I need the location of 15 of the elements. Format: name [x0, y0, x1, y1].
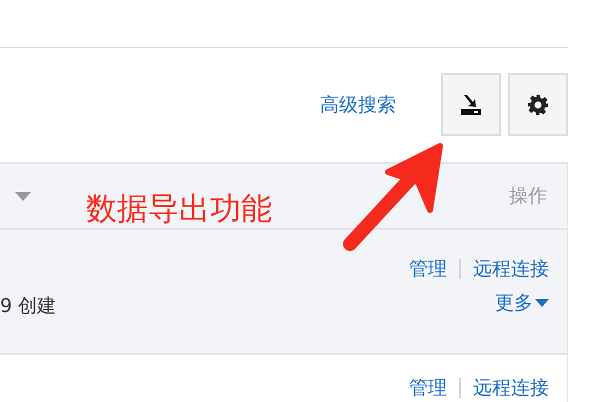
- sort-caret-icon[interactable]: [15, 192, 31, 200]
- caret-icon: [535, 299, 549, 307]
- settings-button[interactable]: [508, 73, 568, 136]
- action-link[interactable]: 管理: [409, 375, 447, 401]
- settings-icon: [527, 94, 549, 116]
- more-dropdown[interactable]: 更多: [495, 290, 549, 316]
- action-link[interactable]: 管理: [409, 256, 447, 282]
- column-header: 操作: [509, 184, 547, 209]
- table-cell-text: 9 创建: [0, 294, 56, 318]
- advanced-search-link[interactable]: 高级搜索: [320, 92, 396, 118]
- annotation-text: 数据导出功能: [86, 190, 272, 229]
- export-button[interactable]: [441, 73, 501, 136]
- action-link[interactable]: 远程连接: [473, 375, 549, 401]
- export-icon: [459, 94, 483, 116]
- action-link[interactable]: 远程连接: [473, 256, 549, 282]
